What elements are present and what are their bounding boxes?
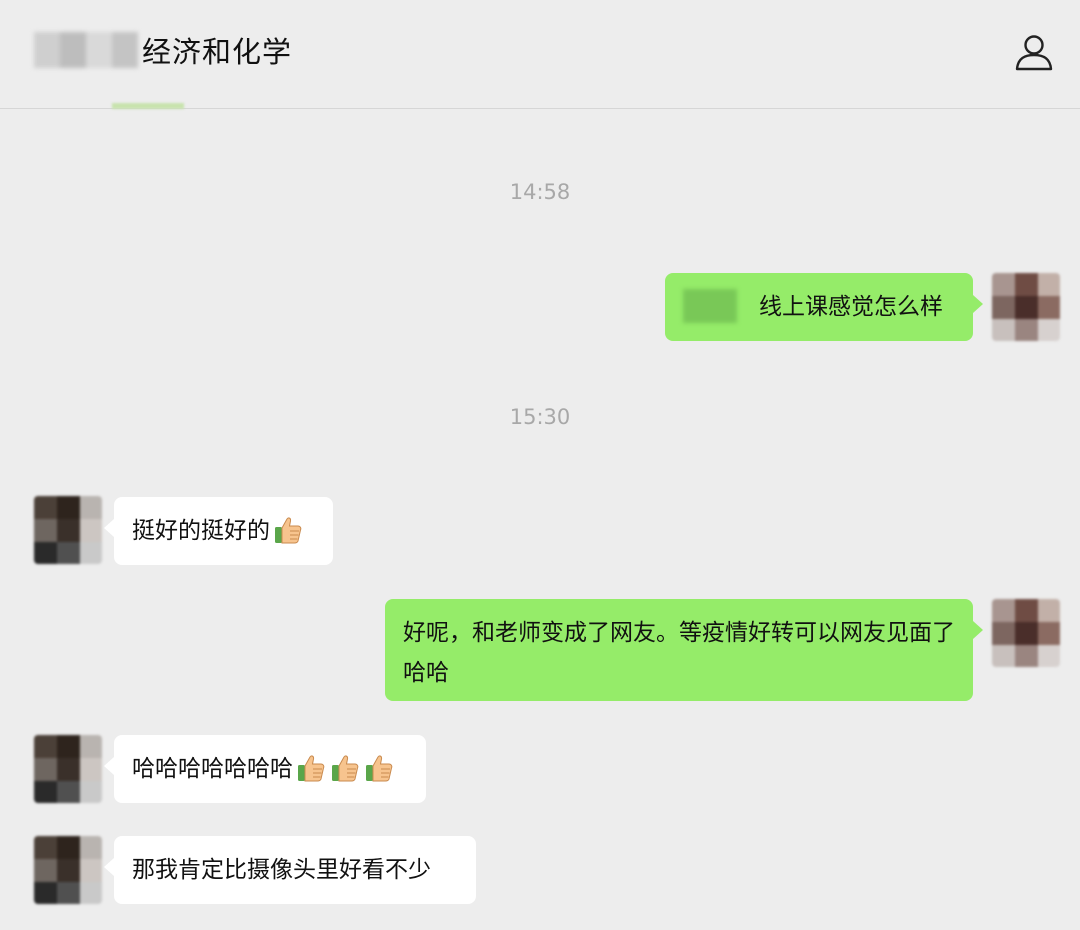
- timestamp: 14:58: [509, 180, 571, 204]
- avatar[interactable]: [34, 735, 102, 803]
- received-message-bubble[interactable]: 那我肯定比摄像头里好看不少: [104, 836, 476, 904]
- thumbs-up-icon: [298, 754, 325, 781]
- chat-title: 经济和化学: [142, 35, 293, 69]
- chat-title-group: 经济和化学: [34, 30, 292, 70]
- message-text: 好呢，和老师变成了网友。等疫情好转可以网友见面了哈哈: [403, 620, 955, 686]
- received-message-bubble[interactable]: 挺好的挺好的: [104, 497, 333, 565]
- message-text: 那我肯定比摄像头里好看不少: [132, 857, 431, 883]
- timestamp: 15:30: [509, 405, 571, 429]
- thumbs-up-icon: [332, 754, 359, 781]
- avatar[interactable]: [992, 599, 1060, 667]
- received-message-bubble[interactable]: 哈哈哈哈哈哈哈: [104, 735, 426, 803]
- message-text: 哈哈哈哈哈哈哈: [132, 756, 293, 782]
- person-icon[interactable]: [1014, 32, 1054, 72]
- blurred-name: [34, 32, 138, 68]
- avatar[interactable]: [34, 496, 102, 564]
- chat-header: 经济和化学: [0, 0, 1080, 109]
- blurred-content: [683, 288, 737, 323]
- thumbs-up-icon: [366, 754, 393, 781]
- message-text: 挺好的挺好的: [132, 518, 270, 544]
- blurred-banner: [112, 103, 184, 109]
- avatar[interactable]: [992, 273, 1060, 341]
- thumbs-up-icon: [275, 516, 302, 543]
- sent-message-bubble[interactable]: 好呢，和老师变成了网友。等疫情好转可以网友见面了哈哈: [385, 599, 983, 701]
- sent-message-bubble[interactable]: 线上课感觉怎么样: [665, 273, 983, 341]
- avatar[interactable]: [34, 836, 102, 904]
- message-text: 线上课感觉怎么样: [759, 294, 943, 320]
